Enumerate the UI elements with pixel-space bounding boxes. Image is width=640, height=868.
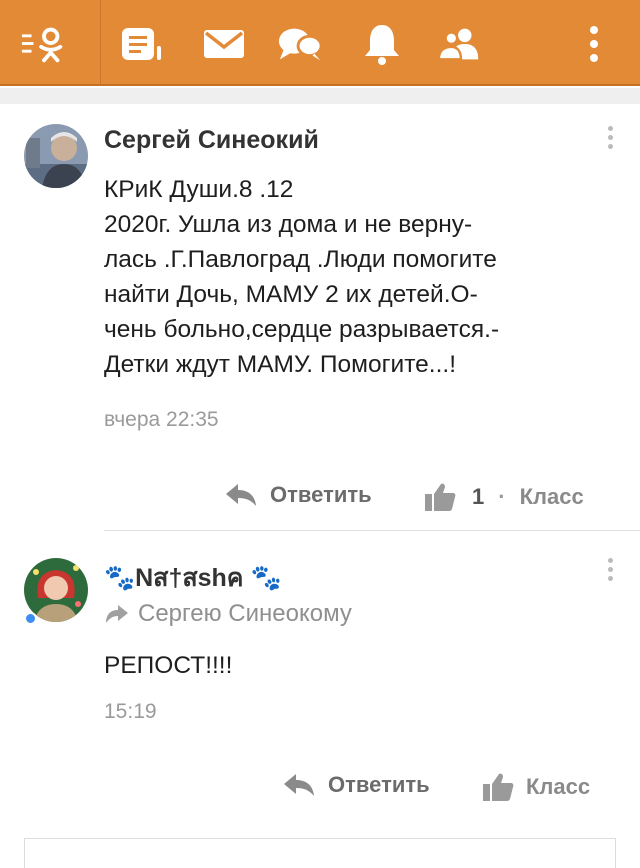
messages-icon[interactable]	[200, 21, 248, 67]
comment-options-icon[interactable]	[604, 126, 616, 156]
like-count: 1	[472, 484, 485, 509]
comment-divider	[104, 530, 640, 531]
forward-arrow-icon	[106, 605, 128, 623]
more-icon[interactable]	[570, 21, 618, 67]
comment-time: вчера 22:35	[104, 408, 219, 431]
comment-item: Сергей Синеокий КРиК Души.8 .12 2020г. У…	[0, 104, 640, 536]
reply-button[interactable]: Ответить	[224, 482, 372, 508]
feed-icon[interactable]	[118, 21, 166, 67]
separator: ·	[498, 484, 506, 509]
thumbs-up-icon	[483, 773, 514, 801]
like-label: Класс	[519, 484, 584, 509]
comment-options-icon[interactable]	[604, 558, 616, 588]
notifications-icon[interactable]	[358, 21, 406, 67]
reply-to-name: Сергею Синеокому	[138, 600, 352, 627]
comment-text: КРиК Души.8 .12 2020г. Ушла из дома и не…	[104, 176, 500, 378]
like-button[interactable]: Класс	[482, 772, 590, 802]
comment-input-card[interactable]	[24, 838, 616, 868]
thumbs-up-icon	[425, 483, 456, 511]
reply-to-link[interactable]: Сергею Синеокому	[104, 600, 352, 628]
like-button[interactable]: 1 · Класс	[424, 482, 584, 512]
comment-author[interactable]: Сергей Синеокий	[104, 126, 319, 155]
reply-label: Ответить	[328, 772, 430, 797]
friends-icon[interactable]	[436, 21, 484, 67]
section-gap	[0, 88, 640, 104]
comment-author[interactable]: 🐾Nส†สshค 🐾	[104, 558, 282, 598]
top-nav-bar	[0, 0, 640, 86]
like-label: Класс	[526, 774, 591, 799]
reply-arrow-icon	[284, 774, 314, 796]
reply-arrow-icon	[226, 484, 256, 506]
comment-time: 15:19	[104, 700, 157, 723]
reply-label: Ответить	[270, 482, 372, 507]
comment-item: 🐾Nส†สshค 🐾 Сергею Синеокому РЕПОСТ!!!! 1…	[0, 536, 640, 836]
discussions-icon[interactable]	[276, 21, 324, 67]
nav-divider	[100, 0, 101, 86]
avatar[interactable]	[24, 124, 88, 188]
ok-logo-menu-icon[interactable]	[20, 21, 68, 67]
online-status-dot	[24, 612, 37, 625]
comment-text: РЕПОСТ!!!!	[104, 652, 233, 679]
reply-button[interactable]: Ответить	[282, 772, 430, 798]
